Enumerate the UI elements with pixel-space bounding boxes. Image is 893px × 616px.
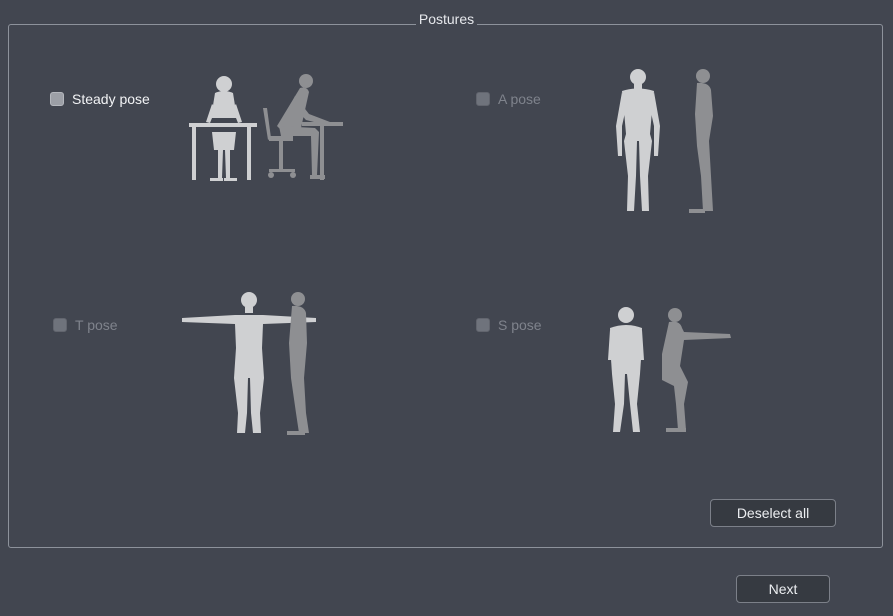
- steady-pose-label: Steady pose: [72, 91, 150, 107]
- t-pose-checkbox[interactable]: [53, 318, 67, 332]
- deselect-all-button[interactable]: Deselect all: [710, 499, 836, 527]
- t-pose-illustration: [182, 292, 316, 435]
- steady-pose-illustration: [189, 74, 343, 181]
- t-pose-option[interactable]: T pose: [53, 317, 118, 333]
- s-pose-illustration: [608, 307, 731, 432]
- a-pose-label: A pose: [498, 91, 541, 107]
- s-pose-label: S pose: [498, 317, 542, 333]
- a-pose-checkbox[interactable]: [476, 92, 490, 106]
- steady-pose-option[interactable]: Steady pose: [50, 91, 150, 107]
- s-pose-checkbox[interactable]: [476, 318, 490, 332]
- t-pose-label: T pose: [75, 317, 118, 333]
- s-pose-option[interactable]: S pose: [476, 317, 542, 333]
- a-pose-option[interactable]: A pose: [476, 91, 541, 107]
- steady-pose-checkbox[interactable]: [50, 92, 64, 106]
- next-button[interactable]: Next: [736, 575, 830, 603]
- a-pose-illustration: [616, 69, 713, 213]
